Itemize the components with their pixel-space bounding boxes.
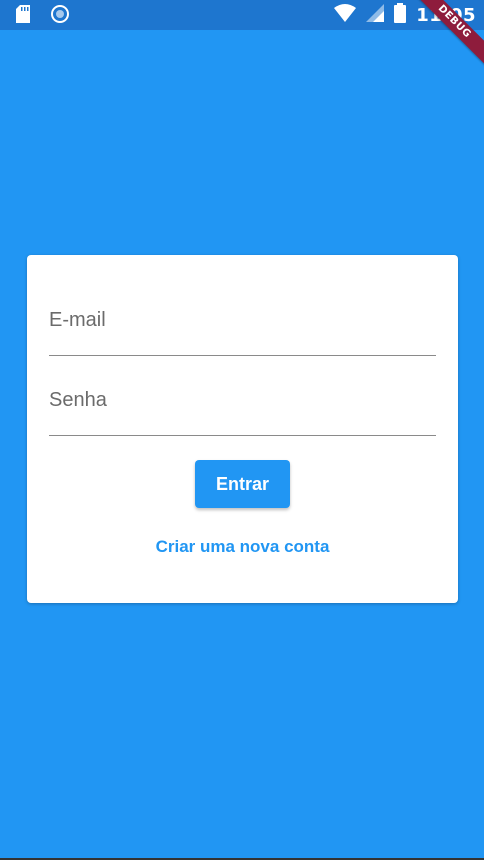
create-account-link[interactable]: Criar uma nova conta [27, 537, 458, 557]
status-bar: 11:05 [0, 0, 484, 30]
login-card: Entrar Criar uma nova conta [27, 255, 458, 603]
wifi-icon [334, 4, 357, 27]
email-field[interactable] [49, 285, 436, 355]
battery-icon [394, 3, 407, 28]
password-field-container [49, 365, 436, 436]
password-field[interactable] [49, 365, 436, 435]
email-field-container [49, 285, 436, 356]
sd-card-icon [16, 5, 30, 28]
status-time: 11:05 [416, 5, 476, 26]
sync-icon [50, 4, 70, 29]
signal-icon [366, 4, 385, 27]
login-button[interactable]: Entrar [195, 460, 290, 508]
